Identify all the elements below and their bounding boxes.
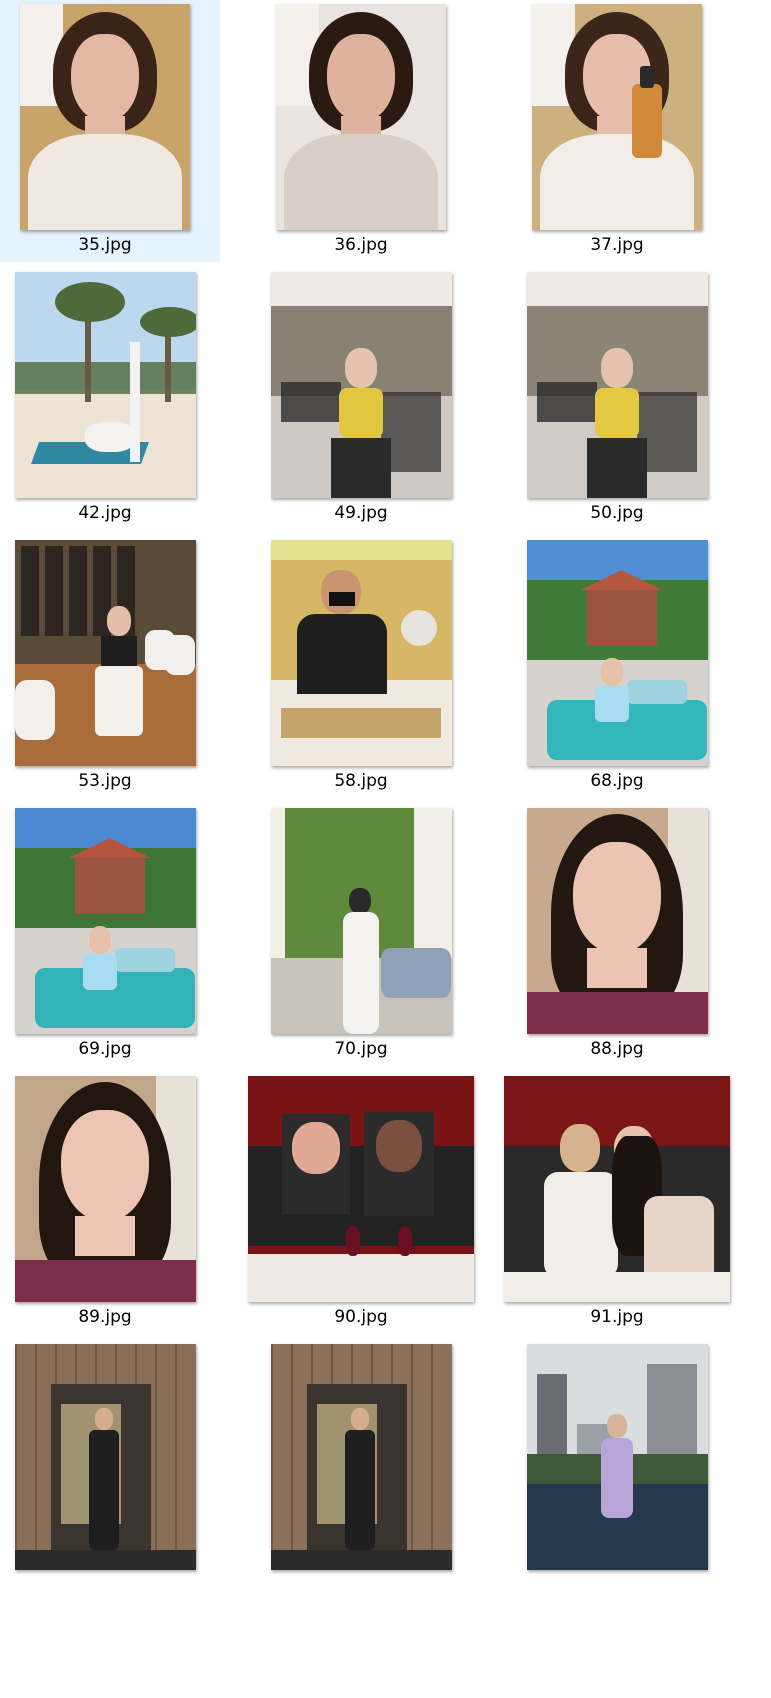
file-item[interactable]: 68.jpg <box>502 536 732 798</box>
thumbnail-image <box>526 1344 708 1570</box>
file-item[interactable]: 69.jpg <box>0 804 220 1066</box>
file-name-label: 49.jpg <box>334 503 388 523</box>
thumbnail-image <box>248 1076 474 1302</box>
file-grid: 35.jpg 36.jpg 37.jpg 42.jpg 49.jpg 50.jpg 53.j… <box>0 0 771 1698</box>
thumbnail-image <box>270 540 452 766</box>
thumbnail-image <box>526 272 708 498</box>
thumbnail-image <box>14 808 196 1034</box>
file-item[interactable]: 88.jpg <box>502 804 732 1066</box>
file-item[interactable]: 70.jpg <box>246 804 476 1066</box>
thumbnail-image <box>20 4 190 230</box>
file-item[interactable]: 49.jpg <box>246 268 476 530</box>
file-name-label: 36.jpg <box>334 235 388 255</box>
thumbnail-image <box>270 808 452 1034</box>
file-item[interactable] <box>0 1340 220 1602</box>
file-name-label: 69.jpg <box>78 1039 132 1059</box>
file-item[interactable]: 50.jpg <box>502 268 732 530</box>
thumbnail-image <box>526 540 708 766</box>
thumbnail-image <box>532 4 702 230</box>
file-name-label: 89.jpg <box>78 1307 132 1327</box>
file-item[interactable]: 37.jpg <box>502 0 732 262</box>
file-item[interactable] <box>502 1340 732 1602</box>
file-name-label: 42.jpg <box>78 503 132 523</box>
thumbnail-image <box>14 1076 196 1302</box>
file-name-label: 70.jpg <box>334 1039 388 1059</box>
thumbnail-image <box>270 272 452 498</box>
file-name-label: 90.jpg <box>334 1307 388 1327</box>
file-name-label: 53.jpg <box>78 771 132 791</box>
file-name-label: 91.jpg <box>590 1307 644 1327</box>
file-item[interactable]: 35.jpg <box>0 0 220 262</box>
file-item[interactable]: 89.jpg <box>0 1072 220 1334</box>
thumbnail-image <box>270 1344 452 1570</box>
file-name-label: 88.jpg <box>590 1039 644 1059</box>
file-item[interactable] <box>246 1340 476 1602</box>
file-item[interactable]: 90.jpg <box>246 1072 476 1334</box>
file-name-label: 37.jpg <box>590 235 644 255</box>
thumbnail-image <box>276 4 446 230</box>
file-name-label: 35.jpg <box>78 235 132 255</box>
thumbnail-image <box>14 540 196 766</box>
file-item[interactable]: 36.jpg <box>246 0 476 262</box>
thumbnail-image <box>14 1344 196 1570</box>
file-item[interactable]: 53.jpg <box>0 536 220 798</box>
file-name-label: 68.jpg <box>590 771 644 791</box>
file-name-label: 58.jpg <box>334 771 388 791</box>
file-item[interactable]: 58.jpg <box>246 536 476 798</box>
file-name-label: 50.jpg <box>590 503 644 523</box>
thumbnail-image <box>526 808 708 1034</box>
thumbnail-image <box>504 1076 730 1302</box>
file-item[interactable]: 42.jpg <box>0 268 220 530</box>
thumbnail-image <box>14 272 196 498</box>
file-item[interactable]: 91.jpg <box>502 1072 732 1334</box>
